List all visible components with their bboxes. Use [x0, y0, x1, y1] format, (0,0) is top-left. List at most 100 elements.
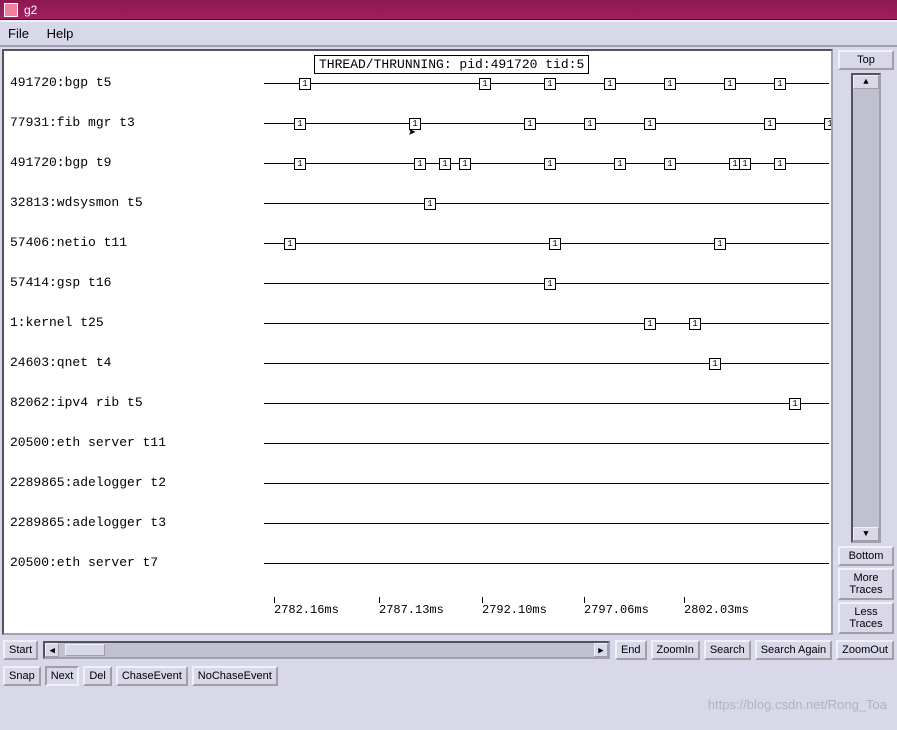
less-traces-button[interactable]: Less Traces [838, 602, 894, 634]
trace-label: 32813:wdsysmon t5 [10, 195, 143, 210]
trace-line: 1 [264, 363, 829, 364]
event-marker[interactable]: 1 [544, 158, 556, 170]
event-marker[interactable]: 1 [439, 158, 451, 170]
trace-line: 1111111 [264, 123, 829, 124]
side-controls: Top ▲ ▼ Bottom More Traces Less Traces [835, 47, 897, 637]
del-button[interactable]: Del [83, 666, 112, 686]
chase-event-button[interactable]: ChaseEvent [116, 666, 188, 686]
trace-row[interactable]: 77931:fib mgr t31111111 [4, 113, 831, 133]
menubar: File Help [0, 20, 897, 47]
trace-row[interactable]: 32813:wdsysmon t5 1 [4, 193, 831, 213]
event-marker[interactable]: 1 [774, 78, 786, 90]
scroll-right-icon[interactable]: ▶ [594, 643, 608, 657]
event-marker[interactable]: 1 [479, 78, 491, 90]
event-marker[interactable]: 1 [294, 158, 306, 170]
more-traces-button[interactable]: More Traces [838, 568, 894, 600]
trace-row[interactable]: 491720:bgp t9 1111111111 [4, 153, 831, 173]
event-marker[interactable]: 1 [709, 358, 721, 370]
trace-line: 111 [264, 243, 829, 244]
vertical-scrollbar[interactable]: ▲ ▼ [851, 73, 881, 543]
trace-line [264, 563, 829, 564]
event-marker[interactable]: 1 [544, 78, 556, 90]
trace-label: 77931:fib mgr t3 [10, 115, 135, 130]
event-marker[interactable]: 1 [714, 238, 726, 250]
trace-line [264, 483, 829, 484]
event-marker[interactable]: 1 [664, 158, 676, 170]
trace-label: 491720:bgp t9 [10, 155, 111, 170]
watermark: https://blog.csdn.net/Rong_Toa [708, 697, 887, 712]
event-marker[interactable]: 1 [604, 78, 616, 90]
trace-line: 1 [264, 403, 829, 404]
axis-tick: 2797.06ms [584, 603, 649, 617]
event-marker[interactable]: 1 [549, 238, 561, 250]
trace-row[interactable]: 57406:netio t11111 [4, 233, 831, 253]
event-marker[interactable]: 1 [644, 318, 656, 330]
trace-row[interactable]: 2289865:adelogger t3 [4, 513, 831, 533]
event-marker[interactable]: 1 [524, 118, 536, 130]
bottom-button[interactable]: Bottom [838, 546, 894, 566]
trace-row[interactable]: 20500:eth server t11 [4, 433, 831, 453]
event-marker[interactable]: 1 [459, 158, 471, 170]
trace-line [264, 443, 829, 444]
search-button[interactable]: Search [704, 640, 751, 660]
trace-row[interactable]: 82062:ipv4 rib t5 1 [4, 393, 831, 413]
window-title: g2 [24, 3, 37, 17]
trace-row[interactable]: 57414:gsp t161 [4, 273, 831, 293]
main-area: THREAD/THRUNNING: pid:491720 tid:5 ➤ 491… [0, 47, 897, 637]
event-marker[interactable]: 1 [584, 118, 596, 130]
menu-file[interactable]: File [8, 26, 29, 41]
snap-button[interactable]: Snap [3, 666, 41, 686]
trace-row[interactable]: 491720:bgp t51111111 [4, 73, 831, 93]
start-button[interactable]: Start [3, 640, 38, 660]
event-marker[interactable]: 1 [724, 78, 736, 90]
event-marker[interactable]: 1 [409, 118, 421, 130]
top-button[interactable]: Top [838, 50, 894, 70]
event-marker[interactable]: 1 [789, 398, 801, 410]
axis-tick: 2802.03ms [684, 603, 749, 617]
no-chase-event-button[interactable]: NoChaseEvent [192, 666, 278, 686]
event-marker[interactable]: 1 [294, 118, 306, 130]
trace-line: 1 [264, 283, 829, 284]
titlebar: g2 [0, 0, 897, 20]
event-marker[interactable]: 1 [764, 118, 776, 130]
event-marker[interactable]: 1 [824, 118, 833, 130]
trace-row[interactable]: 24603:qnet t4 1 [4, 353, 831, 373]
event-marker[interactable]: 1 [614, 158, 626, 170]
trace-label: 20500:eth server t7 [10, 555, 158, 570]
zoomin-button[interactable]: ZoomIn [651, 640, 700, 660]
trace-line: 1 [264, 203, 829, 204]
event-marker[interactable]: 1 [774, 158, 786, 170]
trace-label: 82062:ipv4 rib t5 [10, 395, 143, 410]
trace-row[interactable]: 1:kernel t25 1 1 [4, 313, 831, 333]
event-marker[interactable]: 1 [644, 118, 656, 130]
event-marker[interactable]: 1 [284, 238, 296, 250]
horizontal-scrollbar[interactable]: ◀ ▶ [43, 641, 610, 659]
menu-help[interactable]: Help [47, 26, 74, 41]
scroll-down-icon[interactable]: ▼ [853, 527, 879, 541]
scroll-up-icon[interactable]: ▲ [853, 75, 879, 89]
trace-label: 1:kernel t25 [10, 315, 104, 330]
system-menu-icon[interactable] [4, 3, 18, 17]
axis-tick: 2782.16ms [274, 603, 339, 617]
action-toolbar: Snap Next Del ChaseEvent NoChaseEvent [0, 663, 897, 689]
event-marker[interactable]: 1 [739, 158, 751, 170]
event-marker[interactable]: 1 [689, 318, 701, 330]
scroll-left-icon[interactable]: ◀ [45, 643, 59, 657]
next-button[interactable]: Next [45, 666, 80, 686]
event-marker[interactable]: 1 [544, 278, 556, 290]
trace-line [264, 523, 829, 524]
trace-row[interactable]: 2289865:adelogger t2 [4, 473, 831, 493]
event-marker[interactable]: 1 [414, 158, 426, 170]
trace-label: 24603:qnet t4 [10, 355, 111, 370]
trace-line: 1111111111 [264, 163, 829, 164]
event-marker[interactable]: 1 [664, 78, 676, 90]
trace-chart[interactable]: THREAD/THRUNNING: pid:491720 tid:5 ➤ 491… [2, 49, 833, 635]
end-button[interactable]: End [615, 640, 647, 660]
search-again-button[interactable]: Search Again [755, 640, 832, 660]
event-marker[interactable]: 1 [299, 78, 311, 90]
trace-label: 57406:netio t11 [10, 235, 127, 250]
event-marker[interactable]: 1 [424, 198, 436, 210]
scroll-thumb[interactable] [65, 644, 105, 656]
zoomout-button[interactable]: ZoomOut [836, 640, 894, 660]
trace-row[interactable]: 20500:eth server t7 [4, 553, 831, 573]
